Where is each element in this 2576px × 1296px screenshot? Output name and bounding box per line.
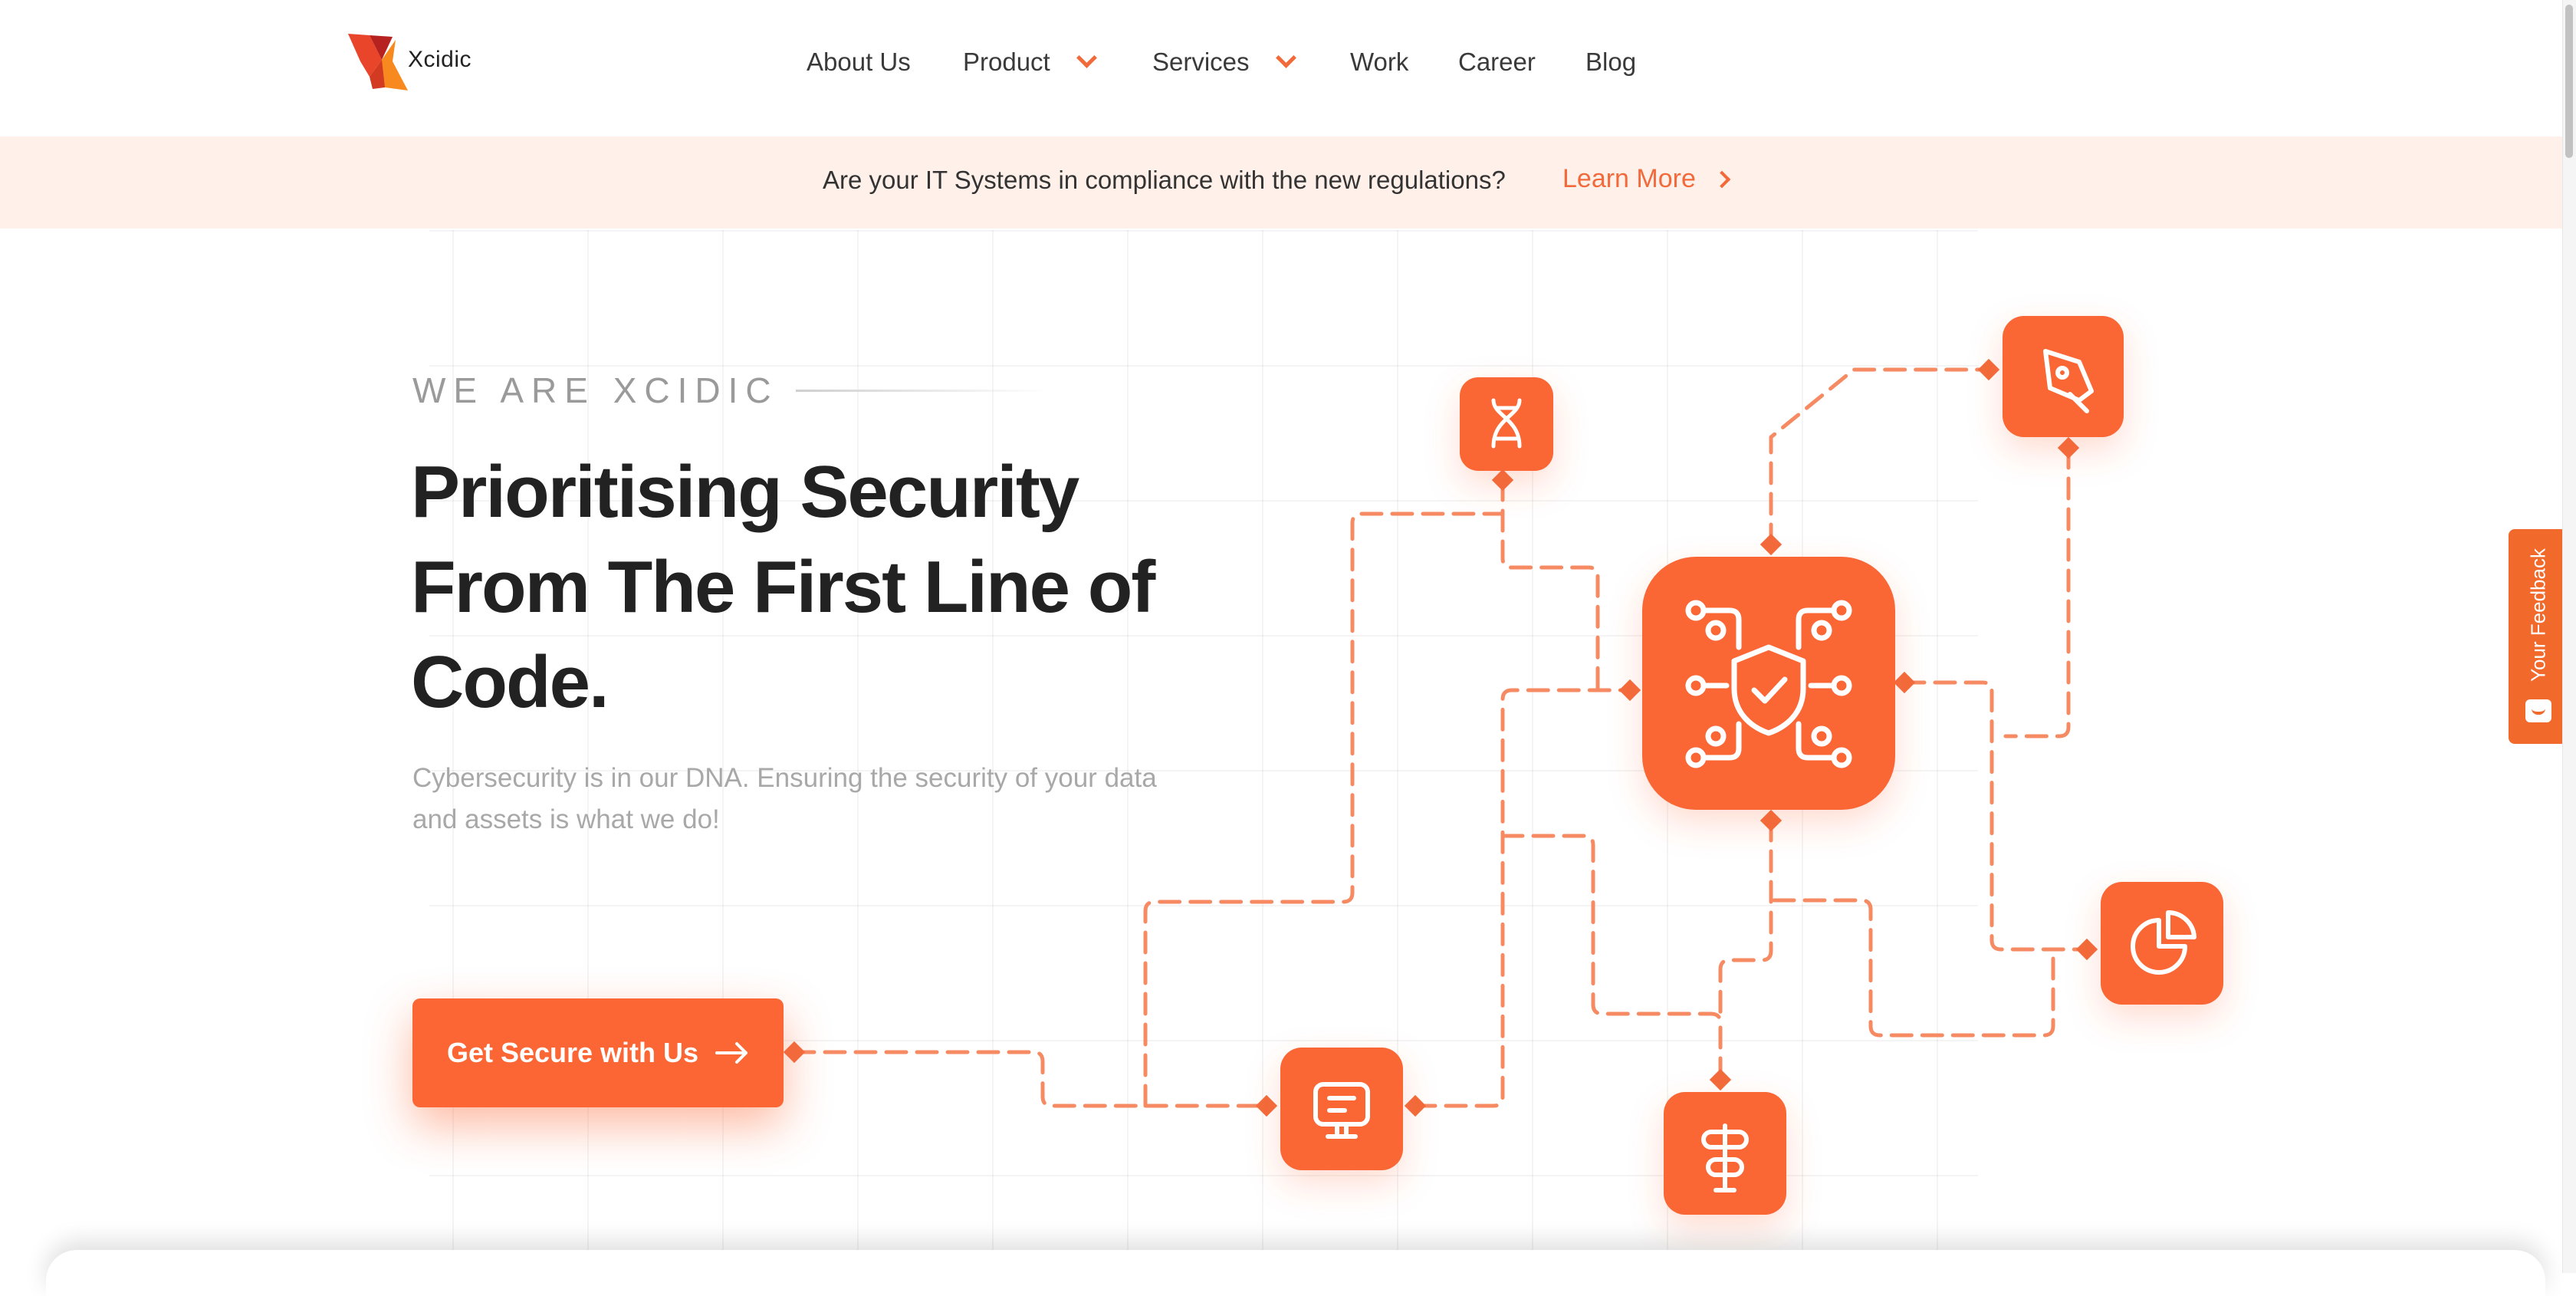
connector-dot [1709, 1068, 1732, 1091]
content-card-edge [46, 1250, 2545, 1296]
circuit-diagram [783, 316, 2223, 1215]
security-hub-node [1642, 557, 1895, 810]
feedback-smile-icon [2525, 699, 2551, 722]
dna-node [1460, 377, 1553, 471]
feedback-tab[interactable]: Your Feedback [2509, 529, 2568, 744]
connector-dot [1760, 809, 1783, 832]
connector-dot [783, 1041, 806, 1064]
connector-dot [1977, 358, 2000, 381]
connector-dot [1404, 1094, 1427, 1117]
feedback-label: Your Feedback [2526, 548, 2550, 682]
connector-dot [1893, 671, 1916, 694]
connector-dot [1491, 469, 1514, 492]
scrollbar-track[interactable] [2562, 0, 2576, 1273]
scrollbar-thumb[interactable] [2565, 5, 2573, 158]
connector-dot [2075, 938, 2098, 961]
trace-connectors [783, 358, 2098, 1117]
connector-dot [1760, 533, 1783, 556]
connector-dot [1618, 679, 1641, 702]
pie-node [2101, 882, 2223, 1005]
connector-dot [2057, 436, 2080, 459]
connector-dot [1255, 1094, 1278, 1117]
